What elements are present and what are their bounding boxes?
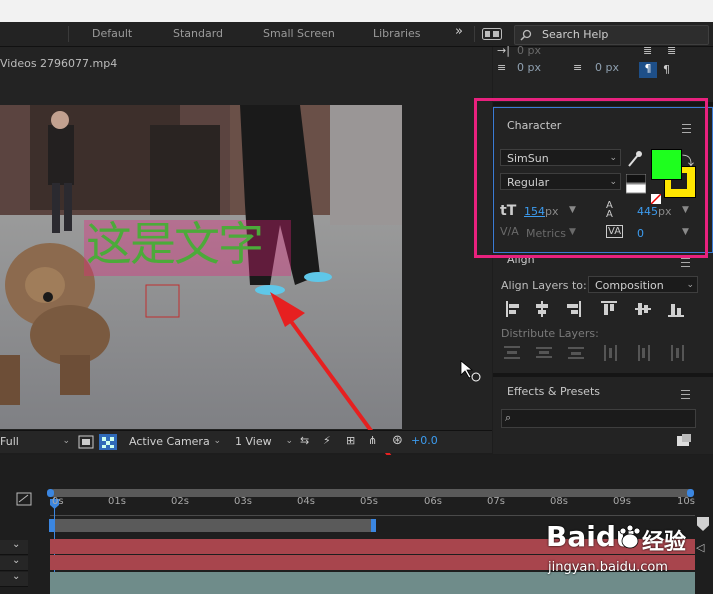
new-folder-icon[interactable] [677, 434, 691, 446]
track-toggle[interactable]: ⌄ [0, 571, 28, 587]
camera-value: Active Camera [129, 435, 210, 448]
baidu-watermark: Baidu 经验 jingyan.baidu.com [546, 520, 711, 590]
align-right-button[interactable] [565, 299, 585, 319]
tick-label: 09s [613, 496, 631, 507]
align-menu-icon[interactable] [681, 258, 690, 267]
effects-menu-icon[interactable] [681, 390, 690, 399]
align-layers-to-dropdown[interactable]: Composition ⌄ [588, 276, 698, 293]
workspace-bar: Default Standard Small Screen Libraries … [0, 22, 713, 47]
chevron-down-icon: ⌄ [62, 436, 70, 446]
annotation-highlight-box [474, 98, 708, 258]
align-horizontal-center-button[interactable] [533, 299, 553, 319]
ltr-direction-icon[interactable]: ¶ [639, 62, 657, 78]
exposure-icon[interactable]: ⊛ [392, 433, 403, 448]
tick-label: 06s [424, 496, 442, 507]
space-before-value[interactable]: 0 px [517, 61, 541, 74]
indent-left-icon: →| [497, 44, 510, 57]
composition-file-name: Videos 2796077.mp4 [0, 57, 118, 70]
watermark-url: jingyan.baidu.com [548, 560, 668, 575]
toggle-pixel-aspect-icon[interactable]: ⇆ [300, 434, 309, 447]
chevron-down-icon: ⌄ [213, 436, 221, 446]
flowchart-icon[interactable]: ⋔ [368, 434, 377, 447]
region-of-interest-icon[interactable] [78, 435, 94, 449]
align-vertical-center-button[interactable] [633, 299, 653, 319]
align-layers-to-label: Align Layers to: [501, 279, 587, 292]
indent-left-value[interactable]: 0 px [517, 44, 541, 57]
workspace-toggle-icon[interactable] [482, 28, 502, 40]
range-end-handle[interactable] [371, 519, 376, 532]
exposure-value[interactable]: +0.0 [411, 434, 438, 447]
chevron-down-icon: ⌄ [285, 436, 293, 446]
distribute-buttons-row [504, 345, 684, 361]
tick-label: 07s [487, 496, 505, 507]
watermark-brand-cn: 经验 [642, 530, 687, 555]
justify-all-icon[interactable]: ≣ [667, 44, 676, 57]
separator [68, 26, 69, 42]
camera-dropdown[interactable]: Active Camera ⌄ [123, 433, 224, 450]
fast-previews-icon[interactable]: ⚡ [323, 434, 331, 447]
tick-label: 08s [550, 496, 568, 507]
comp-mini-flowchart-icon[interactable] [15, 491, 33, 507]
selected-range [50, 519, 375, 532]
track-toggle[interactable]: ⌄ [0, 539, 28, 555]
views-value: 1 View [235, 435, 272, 448]
search-icon [520, 29, 532, 41]
resolution-dropdown[interactable]: Full ⌄ [0, 433, 73, 450]
effects-presets-title: Effects & Presets [507, 385, 600, 398]
workspace-tab-default[interactable]: Default [92, 27, 132, 40]
tick-label: 0s [52, 496, 64, 507]
align-bottom-button[interactable] [666, 299, 686, 319]
distribute-layers-label: Distribute Layers: [501, 327, 599, 340]
transparency-grid-icon[interactable] [99, 434, 117, 450]
tick-label: 04s [297, 496, 315, 507]
overlay-chinese-text[interactable]: 这是文字 [86, 217, 264, 271]
workspace-tab-libraries[interactable]: Libraries [373, 27, 421, 40]
panel-divider [493, 373, 713, 377]
align-top-button[interactable] [599, 299, 619, 319]
search-icon: ⌕ [505, 411, 512, 424]
justify-icon[interactable]: ≣ [643, 44, 652, 57]
tick-label: 01s [108, 496, 126, 507]
views-dropdown[interactable]: 1 View ⌄ [229, 433, 296, 450]
resolution-value: Full [0, 435, 19, 448]
track-toggle[interactable]: ⌄ [0, 555, 28, 571]
tick-label: 10s [677, 496, 695, 507]
tick-label: 02s [171, 496, 189, 507]
space-after-value[interactable]: 0 px [595, 61, 619, 74]
workspace-tab-standard[interactable]: Standard [173, 27, 223, 40]
align-layers-to-value: Composition [595, 279, 664, 292]
move-cursor-icon [460, 360, 481, 382]
chevron-down-icon: ⌄ [686, 280, 694, 290]
time-ruler-line [50, 515, 695, 516]
separator [474, 26, 475, 42]
search-help-input[interactable]: Search Help [514, 25, 709, 45]
viewer-toolbar: Full ⌄ Active Camera ⌄ 1 View ⌄ ⇆ ⚡ ⊞ ⋔ … [0, 430, 492, 453]
paw-logo-icon [619, 524, 641, 549]
browser-top-strip [0, 0, 713, 23]
tick-label: 03s [234, 496, 252, 507]
tick-label: 05s [360, 496, 378, 507]
composition-viewer[interactable]: 这是文字 [0, 105, 402, 429]
double-chevron-right-icon[interactable]: » [455, 24, 463, 39]
effects-search-input[interactable]: ⌕ [501, 409, 696, 428]
timeline-icon[interactable]: ⊞ [346, 434, 355, 447]
align-left-button[interactable] [501, 299, 521, 319]
space-before-icon: ≡ [497, 61, 507, 74]
workspace-tab-small-screen[interactable]: Small Screen [263, 27, 335, 40]
space-after-icon: ≡ [573, 61, 583, 74]
search-placeholder: Search Help [542, 28, 609, 41]
rtl-direction-icon[interactable]: ¶ [663, 63, 670, 76]
